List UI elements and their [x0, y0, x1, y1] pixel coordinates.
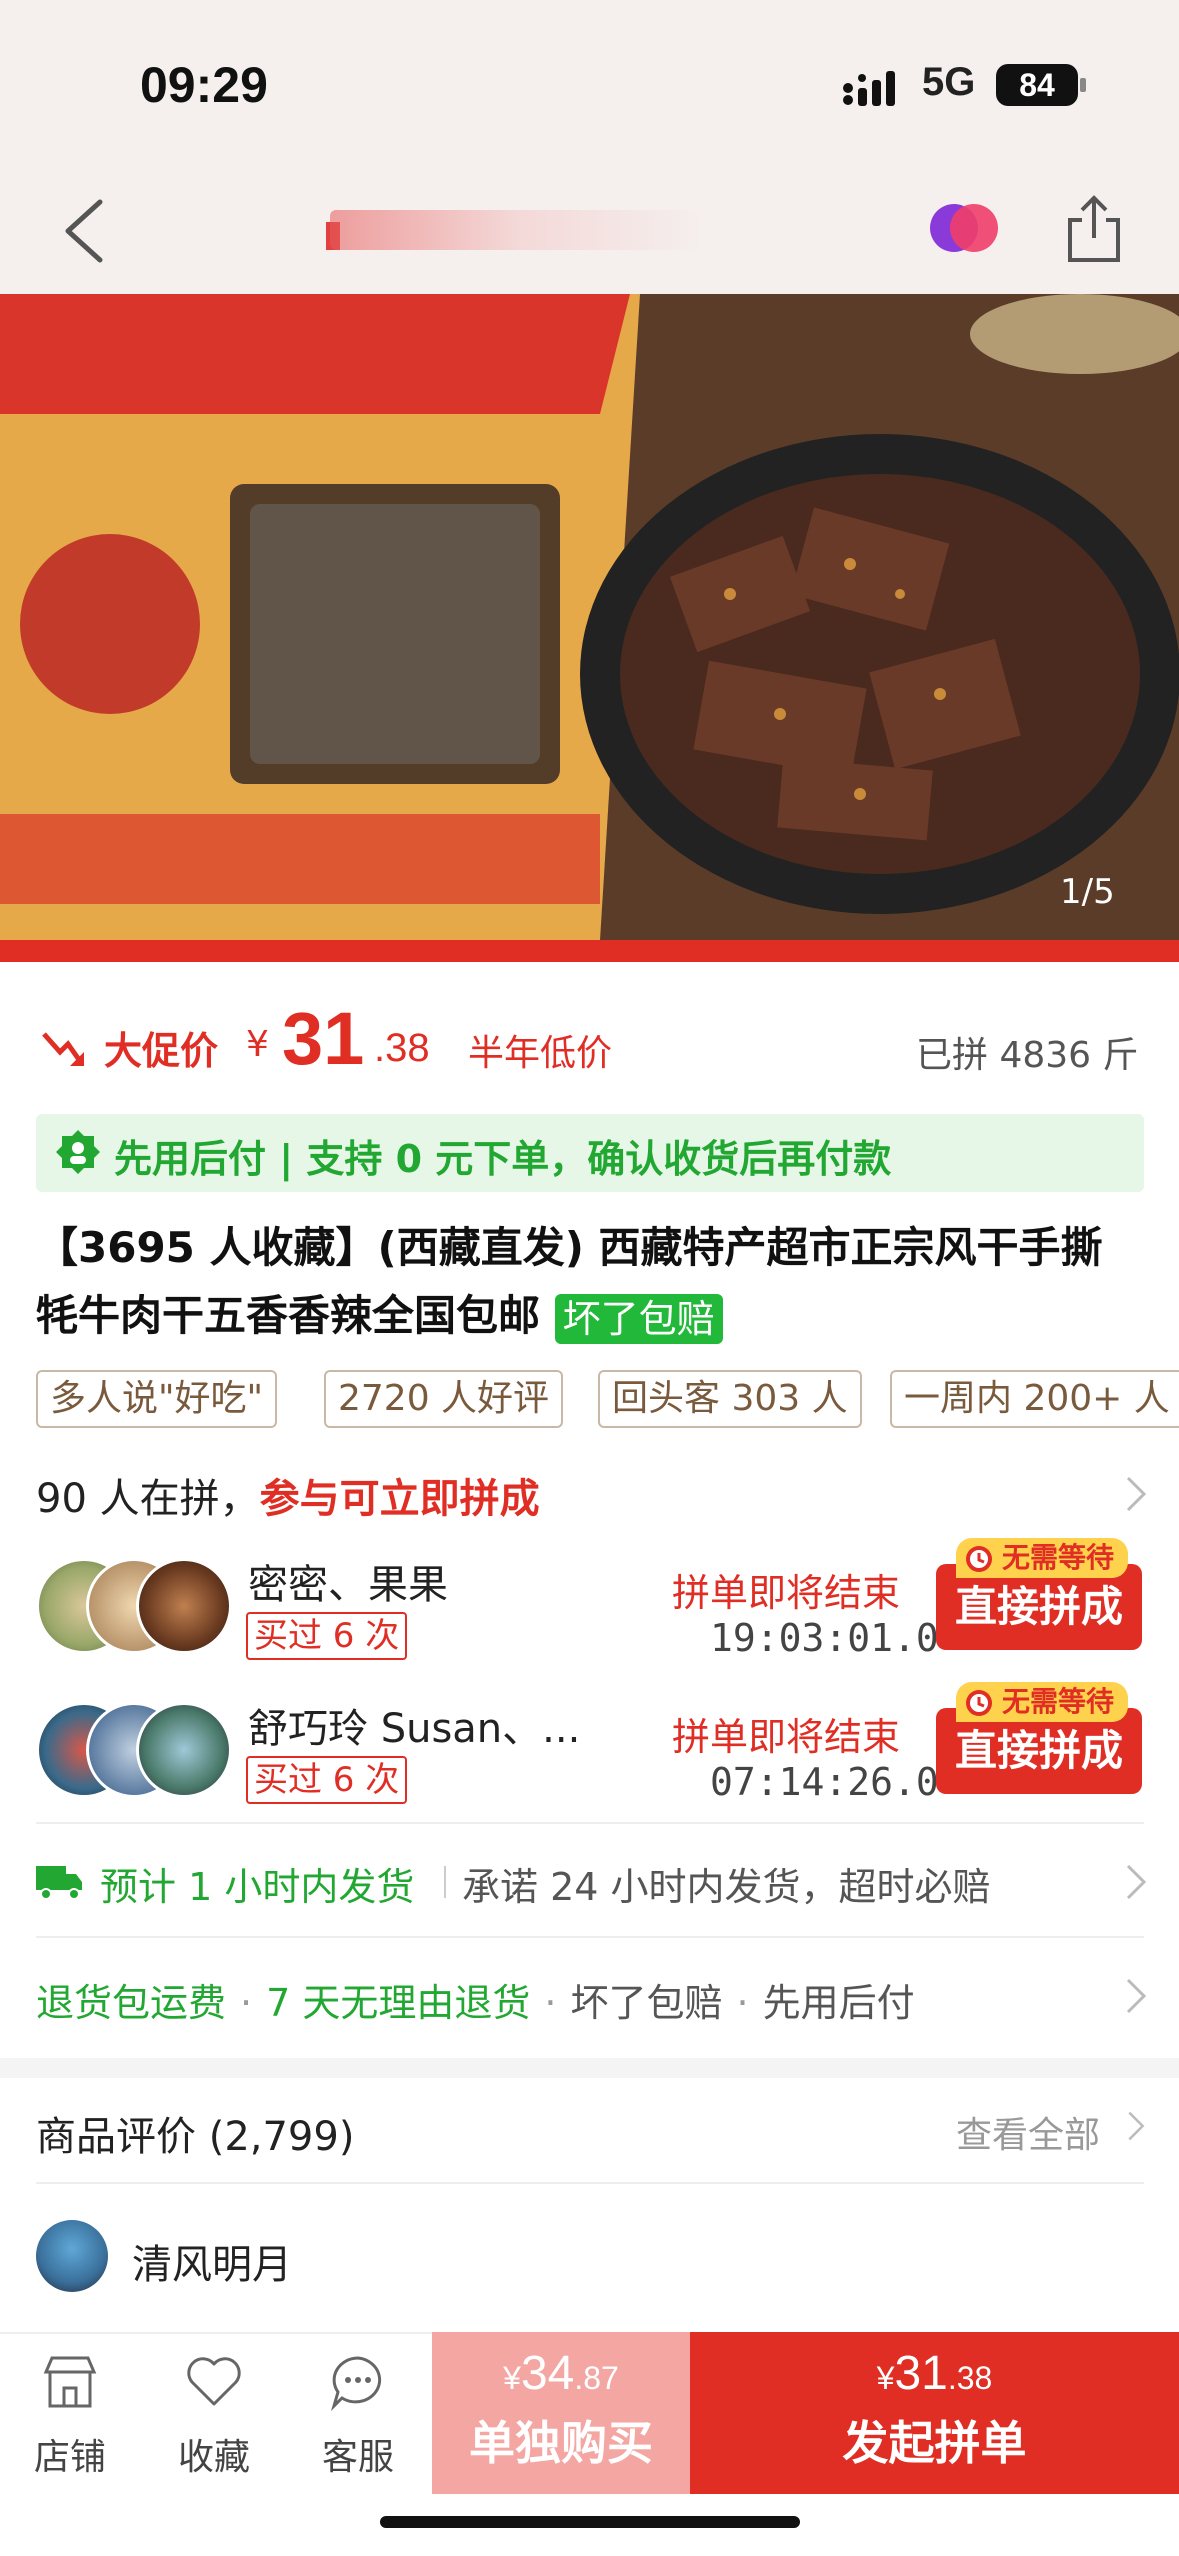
group-price: ¥31.38: [876, 2347, 993, 2400]
reviewer-avatar: [36, 2220, 108, 2292]
chevron-right-icon: [1126, 1476, 1147, 1512]
service-guarantees[interactable]: 退货包运费 · 7 天无理由退货 · 坏了包赔 · 先用后付: [36, 1972, 915, 2027]
separator-dot: ·: [736, 1981, 749, 2025]
reviewer-name: 清风明月: [132, 2242, 292, 2288]
battery-indicator: 84: [996, 64, 1078, 106]
buy-alone-button[interactable]: ¥34.87 单独购买: [432, 2332, 690, 2494]
start-group-button[interactable]: ¥31.38 发起拼单: [690, 2332, 1179, 2494]
group-count: 90 人在拼，: [36, 1476, 260, 1522]
tag-repeat-buyers[interactable]: 回头客 303 人: [598, 1370, 862, 1428]
buy-alone-label: 单独购买: [469, 2416, 653, 2470]
favorite-label[interactable]: 收藏: [154, 2428, 274, 2480]
promo-strip: [0, 940, 1179, 962]
network-label: 5G: [922, 60, 976, 104]
tag-good-reviews[interactable]: 2720 人好评: [324, 1370, 564, 1428]
see-all-reviews-link[interactable]: 查看全部: [956, 2106, 1100, 2158]
store-icon[interactable]: [40, 2352, 100, 2412]
customer-service-label[interactable]: 客服: [298, 2428, 418, 2480]
battery-tip: [1080, 78, 1086, 92]
promo-price-label: 大促价: [104, 1029, 219, 1073]
bought-times-badge: 买过 6 次: [246, 1612, 408, 1660]
separator-dot: ·: [240, 1981, 253, 2025]
divider: [36, 2182, 1144, 2184]
shipping-estimate: 预计 1 小时内发货: [100, 1865, 415, 1909]
buy-alone-price: ¥34.87: [503, 2347, 619, 2400]
avatar: [136, 1558, 232, 1654]
product-photo-illustration: [0, 294, 1179, 940]
group-header[interactable]: 90 人在拼，参与可立即拼成: [36, 1466, 540, 1524]
alarm-clock-icon: [966, 1690, 992, 1716]
avatar: [136, 1702, 232, 1798]
divider: [444, 1866, 446, 1898]
service-damage-compensation: 坏了包赔: [570, 1981, 723, 2025]
chevron-right-icon: [1128, 2111, 1145, 2141]
group-member-names: 密密、果果: [248, 1562, 448, 1608]
tag-tasty[interactable]: 多人说"好吃": [36, 1370, 278, 1428]
chevron-right-icon[interactable]: [1124, 1862, 1148, 1902]
bought-times-badge: 买过 6 次: [246, 1756, 408, 1804]
pay-later-text: 先用后付 | 支持 0 元下单，确认收货后再付款: [114, 1137, 892, 1181]
price-down-icon: [42, 1032, 85, 1066]
price-decimal: .38: [374, 1026, 430, 1070]
product-title: 【3695 人收藏】(西藏直发) 西藏特产超市正宗风干手撕牦牛肉干五香香辣全国包…: [36, 1214, 1136, 1350]
price-integer: 31: [282, 997, 365, 1080]
tag-weekly-sales[interactable]: 一周内 200+ 人: [890, 1370, 1179, 1428]
status-time: 09:29: [140, 57, 268, 113]
group-ending-label: 拼单即将结束: [672, 1715, 901, 1759]
separator-dot: ·: [544, 1981, 557, 2025]
service-pay-later: 先用后付: [762, 1981, 915, 2025]
home-indicator: [380, 2516, 800, 2528]
low-price-tag: 半年低价: [468, 1033, 613, 1074]
price-currency: ¥: [246, 1024, 269, 1065]
group-member-names: 舒巧玲 Susan、...: [248, 1706, 581, 1752]
chevron-right-icon[interactable]: [1124, 1976, 1148, 2016]
nav-title-blurred: [330, 210, 710, 250]
group-countdown: 19:03:01.0: [710, 1616, 939, 1660]
image-counter: 1/5: [1060, 872, 1115, 912]
group-ending-label: 拼单即将结束: [672, 1571, 901, 1615]
reviews-title: 商品评价 (2,799): [36, 2114, 355, 2160]
customer-service-icon[interactable]: [328, 2352, 388, 2412]
shipping-promise: 承诺 24 小时内发货，超时必赔: [462, 1865, 991, 1909]
section-gap: [0, 2058, 1179, 2078]
start-group-label: 发起拼单: [842, 2416, 1027, 2470]
divider: [36, 1822, 1144, 1824]
store-label[interactable]: 店铺: [10, 2428, 130, 2480]
group-action: 参与可立即拼成: [259, 1476, 540, 1522]
share-icon[interactable]: [1064, 192, 1124, 264]
guarantee-badge: 坏了包赔: [554, 1293, 723, 1344]
chat-bubble-icon[interactable]: [928, 200, 1000, 256]
sold-count: 已拼 4836 斤: [916, 1035, 1139, 1076]
heart-icon[interactable]: [184, 2352, 244, 2412]
divider: [36, 1936, 1144, 1938]
product-image[interactable]: [0, 294, 1179, 940]
pay-later-icon: [56, 1130, 100, 1174]
truck-icon: [36, 1866, 82, 1900]
back-arrow-icon[interactable]: [60, 196, 110, 266]
service-free-return-shipping: 退货包运费: [36, 1981, 227, 2025]
service-7day-return: 7 天无理由退货: [266, 1981, 531, 2025]
alarm-clock-icon: [966, 1546, 992, 1572]
group-countdown: 07:14:26.0: [710, 1760, 939, 1804]
signal-icon: [843, 71, 895, 106]
